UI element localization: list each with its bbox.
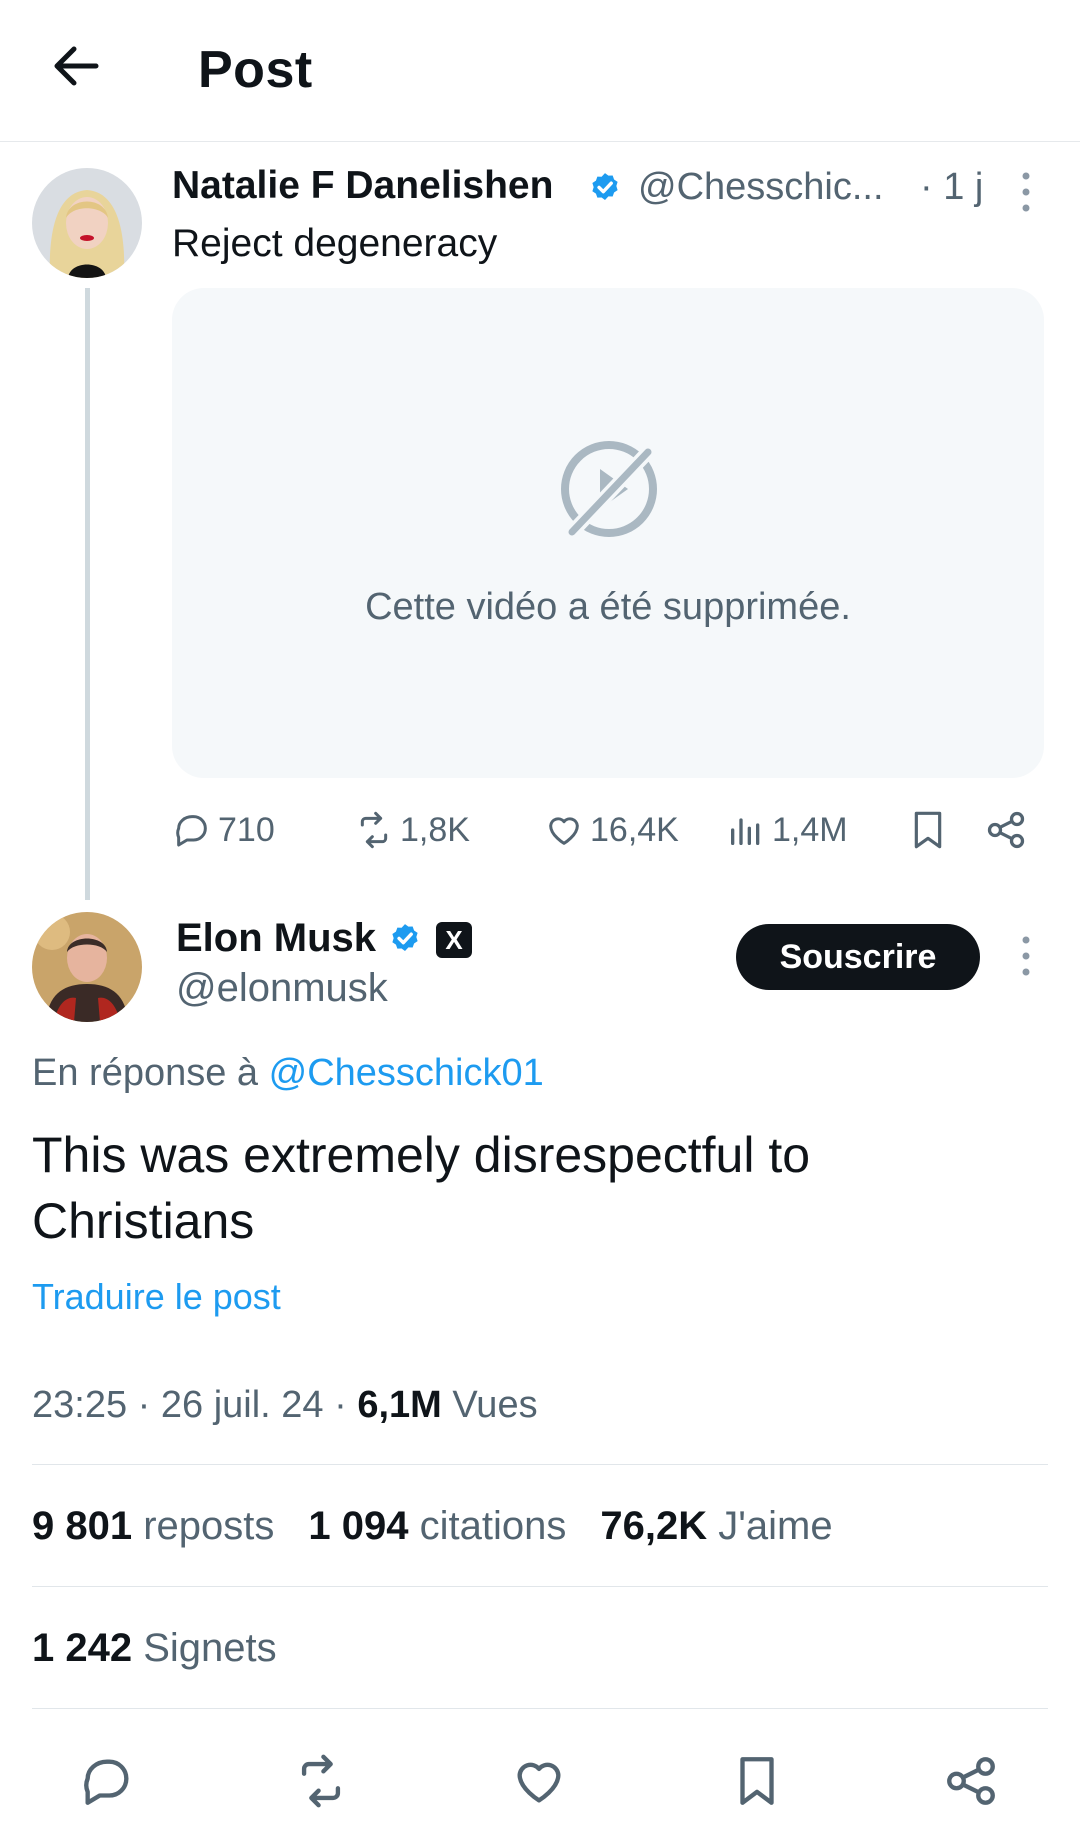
heart-icon[interactable]: [510, 1752, 568, 1810]
author-handle[interactable]: @elonmusk: [176, 966, 388, 1011]
divider: [32, 1586, 1048, 1587]
reply-icon[interactable]: [78, 1752, 136, 1810]
bookmark-icon[interactable]: [728, 1752, 786, 1810]
reply-context: En réponse à @Chesschick01: [32, 1052, 544, 1095]
meta-separator: ·: [334, 1384, 347, 1426]
repost-count: 1,8K: [400, 810, 470, 849]
back-arrow-icon[interactable]: [46, 36, 106, 96]
thread-line: [85, 288, 90, 900]
top-header: [0, 0, 1080, 142]
views-label: Vues: [452, 1384, 538, 1426]
bookmarks-label: Signets: [143, 1626, 277, 1670]
views-action[interactable]: 1,4M: [726, 806, 848, 854]
bookmarks-stat[interactable]: 1 242 Signets: [32, 1626, 277, 1671]
verified-badge-icon: [588, 171, 622, 205]
share-icon[interactable]: [942, 1752, 1000, 1810]
reply-count: 710: [218, 810, 275, 849]
share-icon[interactable]: [984, 808, 1028, 852]
repost-icon: [360, 811, 388, 849]
avatar[interactable]: [32, 168, 142, 278]
views-count: 6,1M: [357, 1384, 442, 1426]
author-handle[interactable]: @Chesschic...: [638, 166, 884, 209]
video-removed-message: Cette vidéo a été supprimée.: [365, 586, 851, 628]
reposts-stat[interactable]: 9 801 reposts: [32, 1504, 274, 1549]
x-affiliation-badge: X: [436, 922, 472, 958]
reply-mention-link[interactable]: @Chesschick01: [269, 1052, 544, 1094]
reposts-count: 9 801: [32, 1504, 133, 1548]
reply-action[interactable]: 710: [172, 806, 275, 854]
views-chart-icon: [731, 818, 760, 845]
quotes-label: citations: [419, 1504, 567, 1548]
engagement-stats: 9 801 reposts 1 094 citations 76,2K J'ai…: [32, 1504, 833, 1549]
post-meta: 23:25 · 26 juil. 24 · 6,1M Vues: [32, 1384, 538, 1427]
post-time: · 1 j: [920, 166, 984, 208]
bookmark-icon[interactable]: [908, 808, 948, 852]
quotes-count: 1 094: [308, 1504, 409, 1548]
post-text: Reject degeneracy: [172, 222, 498, 265]
quotes-stat[interactable]: 1 094 citations: [308, 1504, 566, 1549]
post-time[interactable]: 23:25: [32, 1384, 127, 1426]
meta-separator: ·: [137, 1384, 151, 1426]
like-count: 16,4K: [590, 810, 679, 849]
video-removed-icon: [556, 436, 662, 542]
subscribe-button[interactable]: Souscrire: [736, 924, 980, 990]
repost-icon[interactable]: [292, 1752, 350, 1810]
reposts-label: reposts: [143, 1504, 275, 1548]
views-count: 1,4M: [772, 810, 848, 849]
reply-icon: [176, 815, 207, 847]
author-name[interactable]: Elon Musk: [176, 916, 376, 961]
bookmarks-count: 1 242: [32, 1626, 133, 1670]
post-text: This was extremely disrespectful to Chri…: [32, 1127, 811, 1249]
reply-prefix: En réponse à: [32, 1052, 259, 1094]
heart-icon: [549, 817, 579, 845]
avatar[interactable]: [32, 912, 142, 1022]
verified-badge-icon: [388, 922, 422, 956]
translate-post-link[interactable]: Traduire le post: [32, 1276, 281, 1318]
repost-action[interactable]: 1,8K: [354, 806, 470, 854]
likes-count: 76,2K: [600, 1504, 708, 1548]
page-title: Post: [198, 41, 313, 99]
divider: [32, 1464, 1048, 1465]
post-date[interactable]: 26 juil. 24: [161, 1384, 324, 1426]
like-action[interactable]: 16,4K: [544, 806, 679, 854]
more-options-icon[interactable]: [1016, 170, 1036, 214]
likes-stat[interactable]: 76,2K J'aime: [600, 1504, 832, 1549]
likes-label: J'aime: [718, 1504, 833, 1548]
more-options-icon[interactable]: [1016, 934, 1036, 978]
author-name[interactable]: Natalie F Danelishen: [172, 164, 553, 208]
divider: [32, 1708, 1048, 1709]
